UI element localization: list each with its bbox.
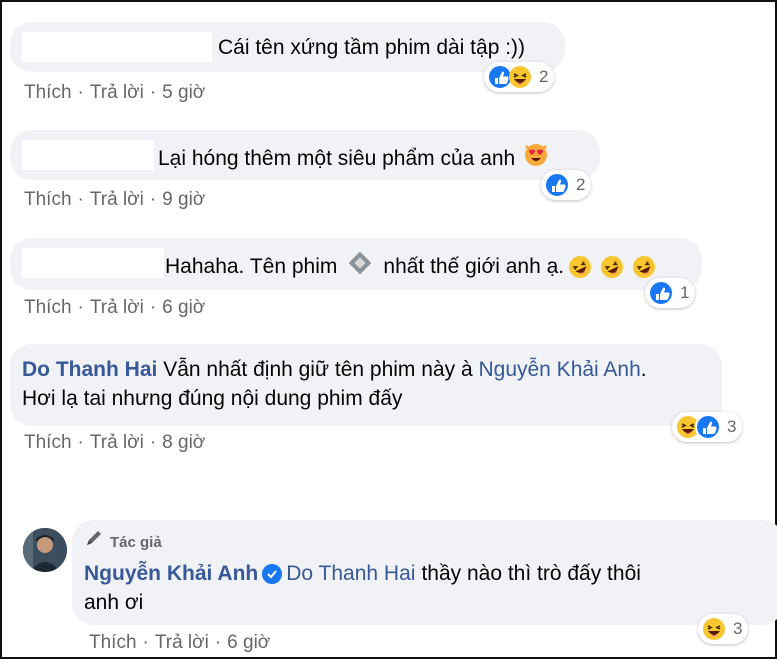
reaction-summary[interactable]: 3: [698, 614, 749, 644]
reaction-summary[interactable]: 2: [541, 170, 592, 200]
reaction-count: 2: [576, 175, 586, 194]
comment-bubble: Hahaha. Tên phim nhất thế giới anh ạ.: [10, 238, 702, 290]
like-icon: [695, 414, 721, 440]
reaction-count: 2: [539, 67, 549, 86]
reply-link[interactable]: Trả lời: [155, 632, 209, 653]
reaction-count: 3: [727, 417, 737, 436]
comment-line-1: Do Thanh Hai Vẫn nhất định giữ tên phim …: [22, 358, 647, 381]
reaction-count: 1: [680, 283, 690, 302]
comment-actions: Thích · Trả lời · 8 giờ: [24, 432, 206, 453]
comment-bubble: Cái tên xứng tầm phim dài tập :)): [10, 22, 565, 72]
like-link[interactable]: Thích: [24, 82, 72, 103]
timestamp[interactable]: 8 giờ: [162, 432, 205, 453]
like-icon: [544, 172, 570, 198]
author-badge-label: Tác giả: [110, 534, 162, 551]
timestamp[interactable]: 5 giờ: [162, 82, 205, 103]
heart-eyes-emoji: [523, 142, 549, 175]
mention-link[interactable]: Nguyễn Khải Anh: [478, 358, 640, 381]
reply-link[interactable]: Trả lời: [90, 297, 144, 318]
comment-line-2: Hơi lạ tai nhưng đúng nội dung phim đấy: [22, 387, 403, 410]
like-link[interactable]: Thích: [24, 189, 72, 210]
redacted-author: [22, 248, 164, 278]
reply-author[interactable]: Nguyễn Khải Anh: [84, 560, 258, 587]
like-link[interactable]: Thích: [24, 432, 72, 453]
reaction-summary[interactable]: 1: [645, 278, 696, 308]
timestamp[interactable]: 6 giờ: [162, 297, 205, 318]
verified-icon: [262, 563, 283, 584]
reply-line-1: Nguyễn Khải Anh Do Thanh Hai thầy nào th…: [84, 560, 641, 587]
like-icon: [648, 280, 674, 306]
reply-bubble: Tác giả Nguyễn Khải Anh Do Thanh Hai thầ…: [72, 520, 777, 625]
avatar[interactable]: [23, 528, 67, 572]
comment-actions: Thích · Trả lời · 6 giờ: [24, 297, 206, 318]
comment-text: Hahaha. Tên phim nhất thế giới anh ạ.: [165, 250, 659, 283]
reply-link[interactable]: Trả lời: [90, 189, 144, 210]
comment-actions: Thích · Trả lời · 9 giờ: [24, 189, 206, 210]
haha-icon: [701, 616, 727, 642]
reply-link[interactable]: Trả lời: [90, 82, 144, 103]
redacted-author: [22, 32, 212, 62]
like-link[interactable]: Thích: [89, 632, 137, 653]
comment-bubble: Do Thanh Hai Vẫn nhất định giữ tên phim …: [10, 344, 722, 426]
rofl-emoji-group: [566, 252, 659, 281]
redacted-author: [22, 140, 154, 170]
mention-link[interactable]: Do Thanh Hai: [286, 560, 415, 587]
reply-link[interactable]: Trả lời: [90, 432, 144, 453]
reply-line-2: anh ơi: [84, 591, 144, 614]
haha-icon: [507, 64, 533, 90]
author-badge: Tác giả: [84, 528, 162, 557]
comment-actions: Thích · Trả lời · 5 giờ: [24, 82, 206, 103]
timestamp[interactable]: 6 giờ: [227, 632, 270, 653]
reaction-summary[interactable]: 2: [484, 62, 555, 92]
like-link[interactable]: Thích: [24, 297, 72, 318]
reaction-count: 3: [733, 619, 743, 638]
diamond-emoji: [347, 250, 373, 283]
comment-author[interactable]: Do Thanh Hai: [22, 358, 157, 381]
timestamp[interactable]: 9 giờ: [162, 189, 205, 210]
reply-actions: Thích · Trả lời · 6 giờ: [89, 632, 271, 653]
comment-text: Lại hóng thêm một siêu phẩm của anh: [158, 142, 549, 175]
comment-text: Cái tên xứng tầm phim dài tập :)): [218, 36, 526, 59]
pen-icon: [84, 528, 104, 557]
reaction-summary[interactable]: 3: [672, 412, 743, 442]
comment-bubble: Lại hóng thêm một siêu phẩm của anh: [10, 130, 600, 180]
